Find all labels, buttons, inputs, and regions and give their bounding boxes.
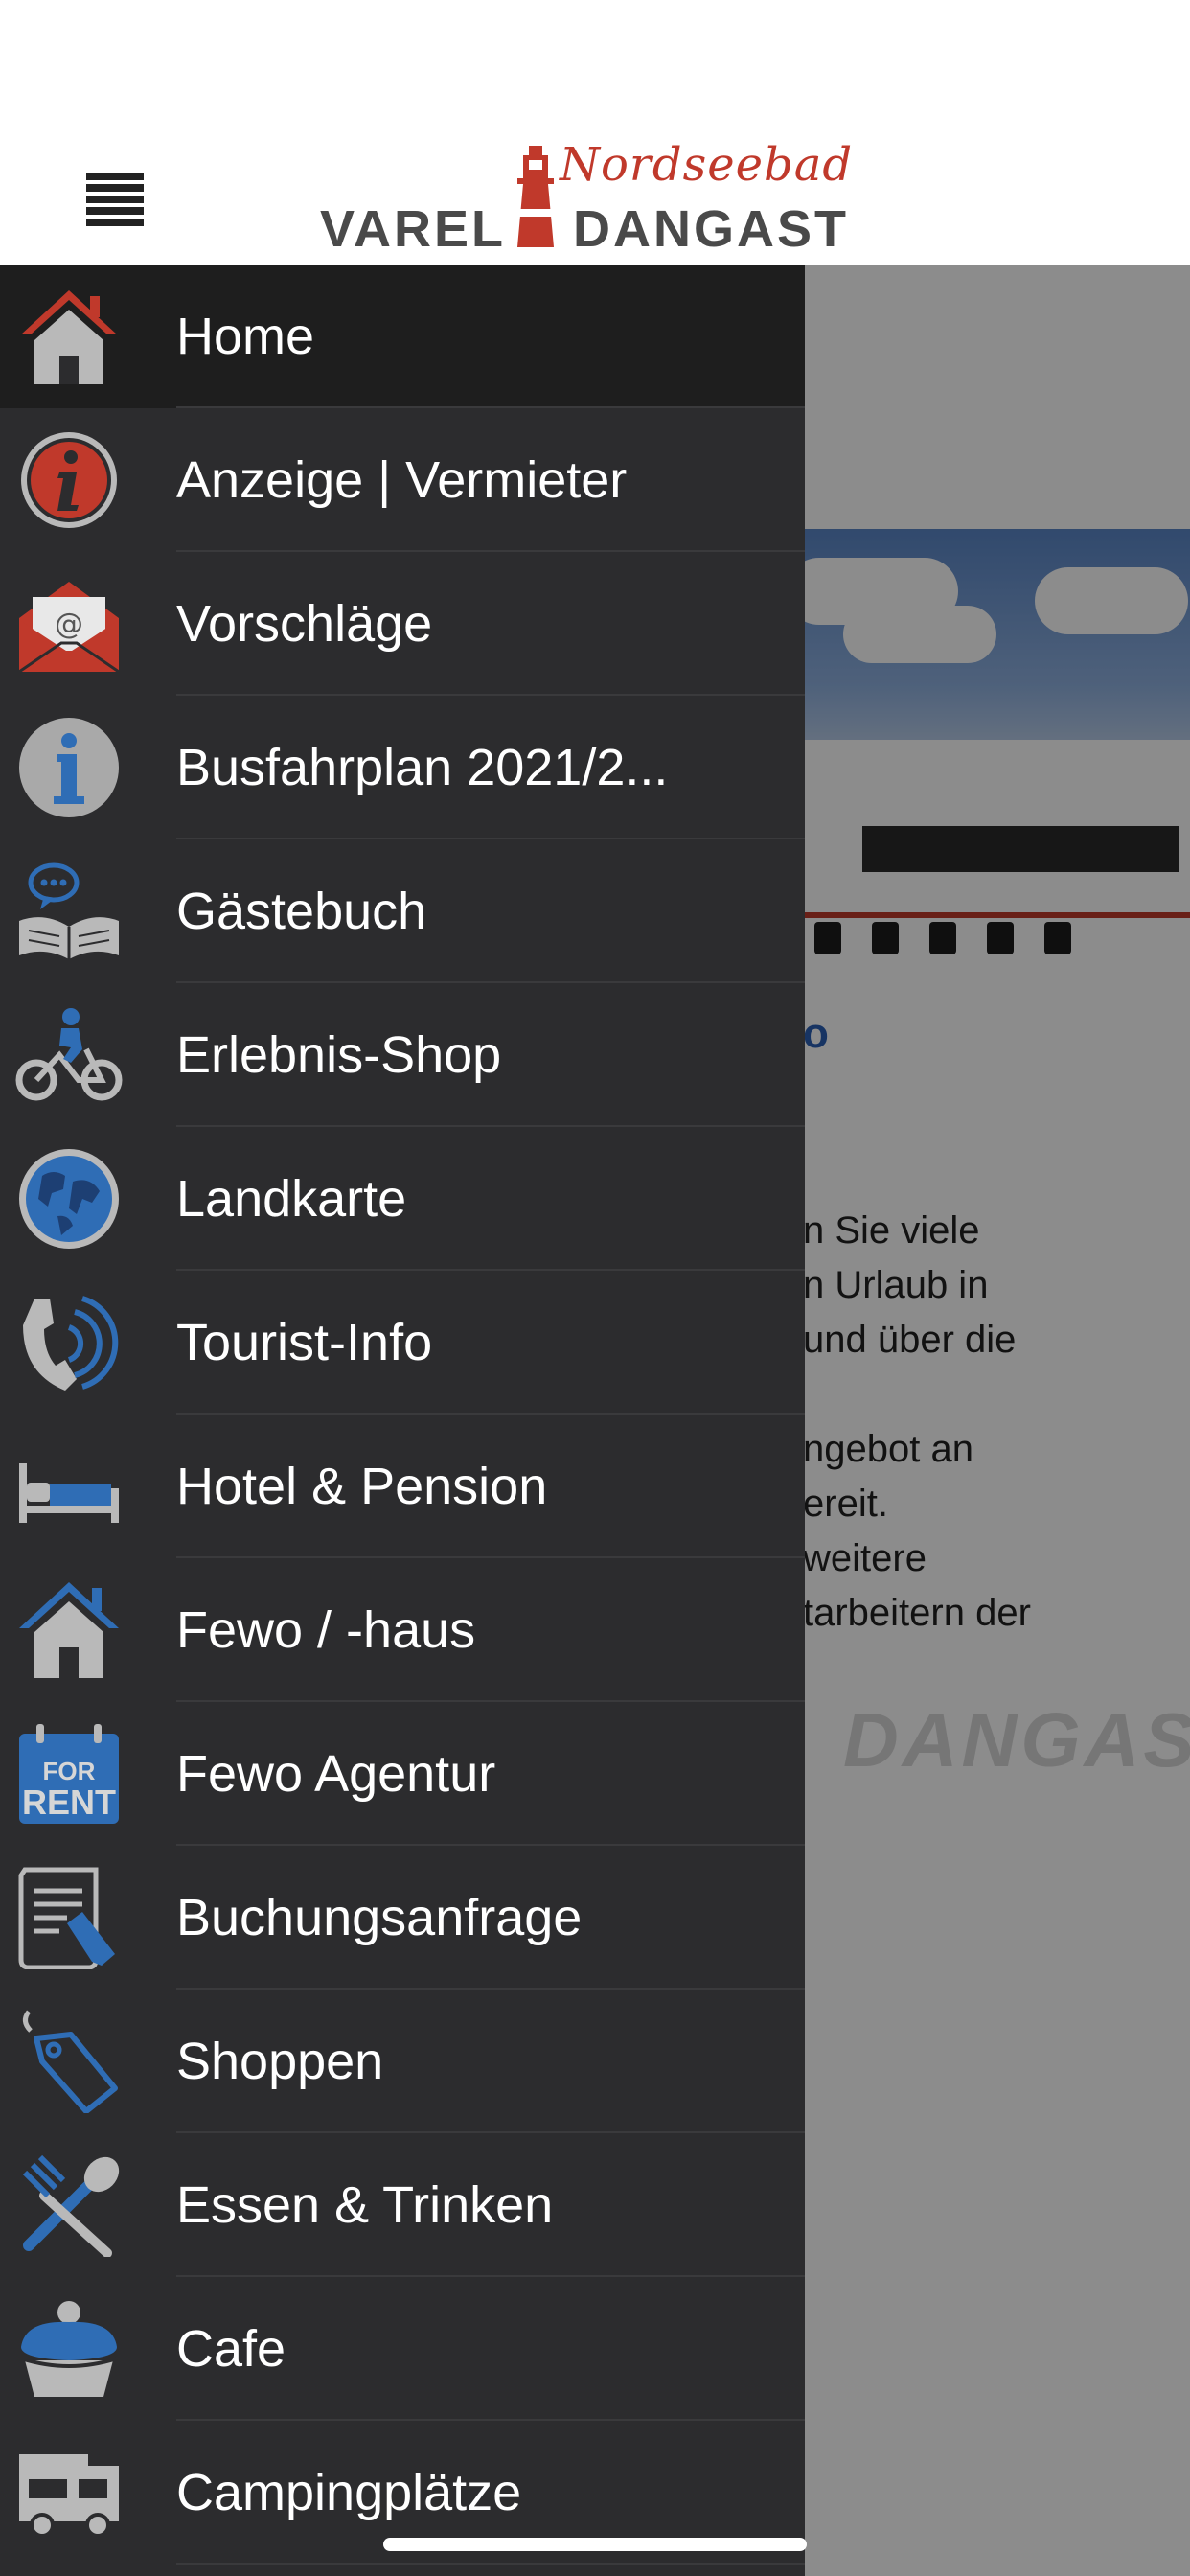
menu-item-vorschlaege[interactable]: @ Vorschläge [0,552,805,696]
home-icon [21,290,117,384]
fork-spoon-icon [22,2154,120,2257]
app-header: Nordseebad VAREL DANGAST [0,0,1190,264]
camper-icon [19,2454,119,2538]
menu-item-label: Campingplätze [176,2464,522,2521]
price-tag-icon [23,2010,118,2113]
menu-item-fewo-haus[interactable]: Fewo / -haus [0,1558,805,1702]
divider [176,2563,805,2564]
home-indicator[interactable] [383,2538,807,2551]
menu-item-label: Landkarte [176,1170,407,1228]
for-rent-top-text: FOR [43,1757,96,1785]
menu-item-label: Fewo / -haus [176,1601,476,1659]
logo-text-right: DANGAST [573,200,849,258]
menu-item-label: Cafe [176,2320,286,2378]
svg-text:@: @ [55,608,83,641]
menu-item-label: Erlebnis-Shop [176,1026,502,1084]
menu-item-buchungsanfrage[interactable]: Buchungsanfrage [0,1846,805,1990]
menu-item-essen-trinken[interactable]: Essen & Trinken [0,2133,805,2277]
menu-item-landkarte[interactable]: Landkarte [0,1127,805,1271]
menu-item-fewo-agentur[interactable]: FOR RENT Fewo Agentur [0,1702,805,1846]
info-circle-icon [21,432,117,528]
bicycle-icon [15,1008,123,1101]
menu-item-tourist-info[interactable]: Tourist-Info [0,1271,805,1414]
navigation-drawer: Home Anzeige | Vermieter @ Vorschläge Bu… [0,264,805,2576]
bed-icon [19,1463,119,1523]
menu-item-label: Vorschläge [176,595,433,653]
menu-item-busfahrplan[interactable]: Busfahrplan 2021/2... [0,696,805,840]
logo-script-text: Nordseebad [560,138,854,192]
info-icon [19,718,119,817]
brand-logo: Nordseebad VAREL DANGAST [316,138,872,258]
menu-item-erlebnis-shop[interactable]: Erlebnis-Shop [0,983,805,1127]
menu-item-label: Buchungsanfrage [176,1889,583,1946]
menu-item-label: Fewo Agentur [176,1745,496,1803]
menu-item-label: Busfahrplan 2021/2... [176,739,669,796]
hamburger-menu-icon[interactable] [86,172,144,228]
envelope-icon: @ [18,582,120,674]
menu-item-label: Essen & Trinken [176,2176,554,2234]
menu-item-cafe[interactable]: Cafe [0,2277,805,2421]
menu-item-hotel-pension[interactable]: Hotel & Pension [0,1414,805,1558]
phone-icon [23,1296,119,1391]
menu-item-label: Home [176,308,315,365]
menu-item-shoppen[interactable]: Shoppen [0,1990,805,2133]
menu-item-label: Anzeige | Vermieter [176,451,628,509]
globe-icon [19,1149,119,1249]
menu-item-label: Tourist-Info [176,1314,433,1371]
menu-item-label: Shoppen [176,2033,384,2090]
cupcake-icon [20,2301,118,2397]
house-icon [19,1582,119,1678]
for-rent-icon: FOR RENT [19,1724,119,1824]
for-rent-bottom-text: RENT [22,1782,116,1822]
guestbook-icon [19,862,119,959]
logo-text-left: VAREL [320,200,507,258]
menu-item-label: Gästebuch [176,883,427,940]
menu-item-home[interactable]: Home [0,264,805,408]
menu-item-gaestebuch[interactable]: Gästebuch [0,840,805,983]
lighthouse-icon [517,146,554,247]
document-pen-icon [18,1867,115,1969]
menu-item-anzeige-vermieter[interactable]: Anzeige | Vermieter [0,408,805,552]
menu-item-label: Hotel & Pension [176,1458,548,1515]
